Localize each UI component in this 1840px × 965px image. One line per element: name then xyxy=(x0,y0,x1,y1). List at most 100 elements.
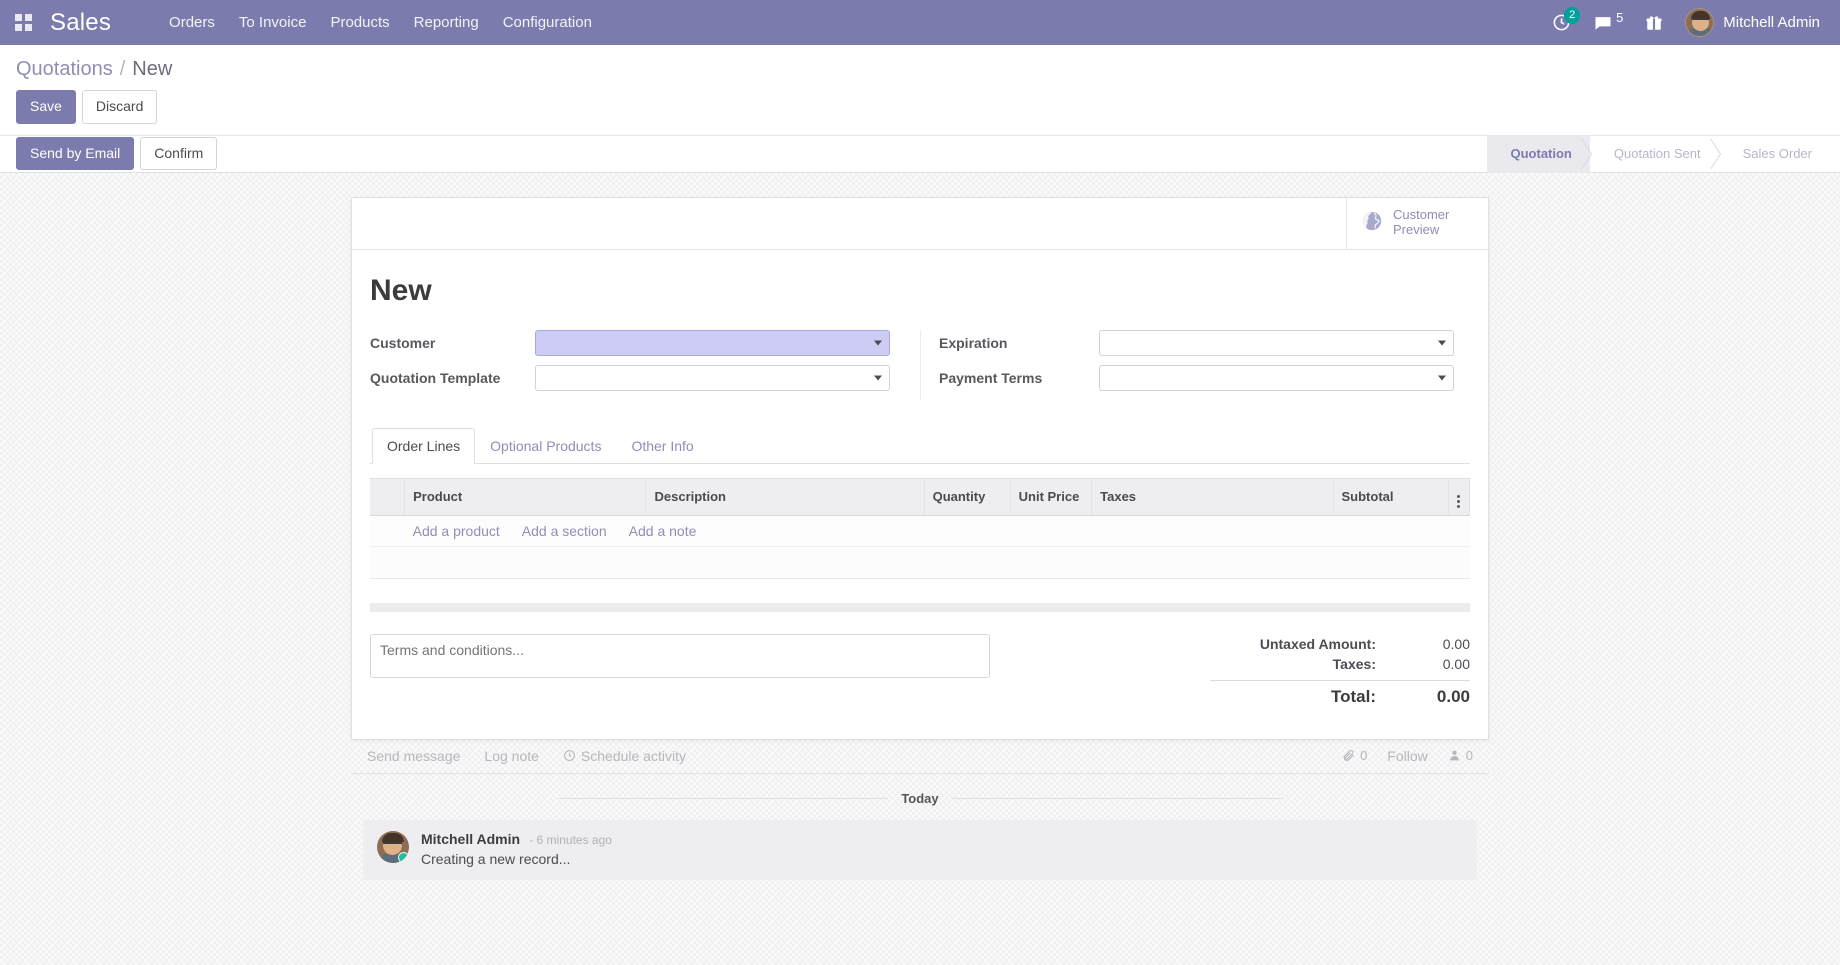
attachments-count: 0 xyxy=(1360,748,1367,763)
quotation-template-input[interactable] xyxy=(535,365,890,391)
add-a-note-link[interactable]: Add a note xyxy=(629,523,697,539)
menu-orders[interactable]: Orders xyxy=(157,8,227,37)
form-fields: Customer Quotation Template xyxy=(370,330,1470,400)
user-menu-button[interactable]: Mitchell Admin xyxy=(1685,8,1820,37)
schedule-activity-button[interactable]: Schedule activity xyxy=(563,748,686,764)
add-a-product-link[interactable]: Add a product xyxy=(413,523,500,539)
stage-quotation-sent[interactable]: Quotation Sent xyxy=(1590,135,1719,173)
send-message-button[interactable]: Send message xyxy=(367,748,460,764)
menu-to-invoice[interactable]: To Invoice xyxy=(227,8,319,37)
menu-configuration[interactable]: Configuration xyxy=(491,8,604,37)
send-by-email-button[interactable]: Send by Email xyxy=(16,137,134,171)
activities-count-badge: 2 xyxy=(1564,7,1580,24)
add-row-handle-cell xyxy=(370,515,405,546)
control-panel: Quotations / New Save Discard Send by Em… xyxy=(0,45,1840,173)
chevron-down-icon xyxy=(874,375,882,380)
globe-icon xyxy=(1361,210,1383,236)
chatter-stats: 0 Follow 0 xyxy=(1342,748,1473,764)
chatter: Send message Log note Schedule activity … xyxy=(0,740,1840,880)
user-name-label: Mitchell Admin xyxy=(1723,14,1820,31)
total-value: 0.00 xyxy=(1390,687,1470,707)
attachments-count-button[interactable]: 0 xyxy=(1342,748,1367,763)
online-status-icon xyxy=(398,852,409,863)
header-subtotal[interactable]: Subtotal xyxy=(1333,478,1448,515)
day-separator: Today xyxy=(351,791,1489,806)
header-product[interactable]: Product xyxy=(405,478,646,515)
day-separator-label: Today xyxy=(887,791,952,806)
message-author: Mitchell Admin xyxy=(421,831,520,847)
message-body: Creating a new record... xyxy=(421,851,1463,867)
chevron-down-icon xyxy=(874,340,882,345)
header-unit-price[interactable]: Unit Price xyxy=(1010,478,1092,515)
apps-menu-button[interactable] xyxy=(0,0,46,45)
tab-optional-products[interactable]: Optional Products xyxy=(475,428,616,464)
tab-other-info[interactable]: Other Info xyxy=(616,428,708,464)
header-quantity[interactable]: Quantity xyxy=(924,478,1010,515)
untaxed-amount-row: Untaxed Amount: 0.00 xyxy=(1170,634,1470,654)
add-a-section-link[interactable]: Add a section xyxy=(522,523,607,539)
field-row-payment-terms: Payment Terms xyxy=(939,365,1470,391)
totals-divider xyxy=(1210,680,1470,681)
statusbar-row: Send by Email Confirm Quotation Quotatio… xyxy=(0,135,1840,173)
menu-reporting[interactable]: Reporting xyxy=(402,8,491,37)
header-description[interactable]: Description xyxy=(646,478,924,515)
clock-icon xyxy=(563,749,576,762)
field-row-customer: Customer xyxy=(370,330,920,356)
navbar-systray: 2 5 Mitchell Admin xyxy=(1552,8,1826,37)
payment-terms-input[interactable] xyxy=(1099,365,1454,391)
chevron-down-icon xyxy=(1438,375,1446,380)
empty-row-cell xyxy=(370,546,1470,578)
stage-quotation[interactable]: Quotation xyxy=(1487,135,1590,173)
messages-menu-button[interactable]: 5 xyxy=(1593,13,1623,33)
form-column-left: Customer Quotation Template xyxy=(370,330,920,400)
chevron-down-icon xyxy=(1438,340,1446,345)
gift-menu-button[interactable] xyxy=(1645,14,1663,32)
user-icon xyxy=(1448,749,1461,762)
chat-bubble-icon xyxy=(1593,13,1613,33)
log-note-button[interactable]: Log note xyxy=(484,748,539,764)
tab-order-lines[interactable]: Order Lines xyxy=(372,428,475,464)
save-button[interactable]: Save xyxy=(16,90,76,124)
order-lines-table: Product Description Quantity Unit Price … xyxy=(370,478,1470,579)
label-quotation-template: Quotation Template xyxy=(370,370,535,386)
table-header-row: Product Description Quantity Unit Price … xyxy=(370,478,1470,515)
page-body: Customer Preview New Customer xyxy=(0,173,1840,965)
app-brand-sales[interactable]: Sales xyxy=(46,9,121,37)
terms-and-conditions-input[interactable] xyxy=(370,634,990,678)
section-separator xyxy=(370,603,1470,612)
stat-button-bar: Customer Preview xyxy=(352,198,1488,250)
customer-preview-button[interactable]: Customer Preview xyxy=(1346,198,1488,249)
breadcrumb-current: New xyxy=(132,58,172,81)
paperclip-icon xyxy=(1342,749,1355,762)
optional-columns-button[interactable] xyxy=(1448,478,1469,515)
notebook: Order Lines Optional Products Other Info… xyxy=(370,428,1470,709)
table-row xyxy=(370,546,1470,578)
activities-menu-button[interactable]: 2 xyxy=(1552,13,1571,32)
record-actions: Save Discard xyxy=(0,81,1840,135)
schedule-activity-label: Schedule activity xyxy=(581,748,686,764)
stage-sales-order[interactable]: Sales Order xyxy=(1719,135,1830,173)
discard-button[interactable]: Discard xyxy=(82,90,157,124)
customer-input[interactable] xyxy=(535,330,890,356)
untaxed-amount-value: 0.00 xyxy=(1390,636,1470,652)
label-expiration: Expiration xyxy=(939,335,1099,351)
breadcrumb: Quotations / New xyxy=(0,45,1840,81)
total-row: Total: 0.00 xyxy=(1170,685,1470,709)
menu-products[interactable]: Products xyxy=(318,8,401,37)
confirm-button[interactable]: Confirm xyxy=(140,137,217,171)
follow-button[interactable]: Follow xyxy=(1387,748,1427,764)
avatar xyxy=(377,831,409,863)
customer-preview-line1: Customer xyxy=(1393,207,1449,222)
expiration-input[interactable] xyxy=(1099,330,1454,356)
add-row-links-cell: Add a product Add a section Add a note xyxy=(405,515,1470,546)
breadcrumb-quotations[interactable]: Quotations xyxy=(16,58,113,81)
message-timestamp: - 6 minutes ago xyxy=(529,833,612,847)
form-sheet: Customer Preview New Customer xyxy=(351,197,1489,740)
label-payment-terms: Payment Terms xyxy=(939,370,1099,386)
add-line-row: Add a product Add a section Add a note xyxy=(370,515,1470,546)
customer-preview-label: Customer Preview xyxy=(1393,208,1449,238)
followers-count-button[interactable]: 0 xyxy=(1448,748,1473,763)
header-taxes[interactable]: Taxes xyxy=(1092,478,1333,515)
notebook-tabs: Order Lines Optional Products Other Info xyxy=(370,428,1470,464)
customer-preview-line2: Preview xyxy=(1393,222,1439,237)
